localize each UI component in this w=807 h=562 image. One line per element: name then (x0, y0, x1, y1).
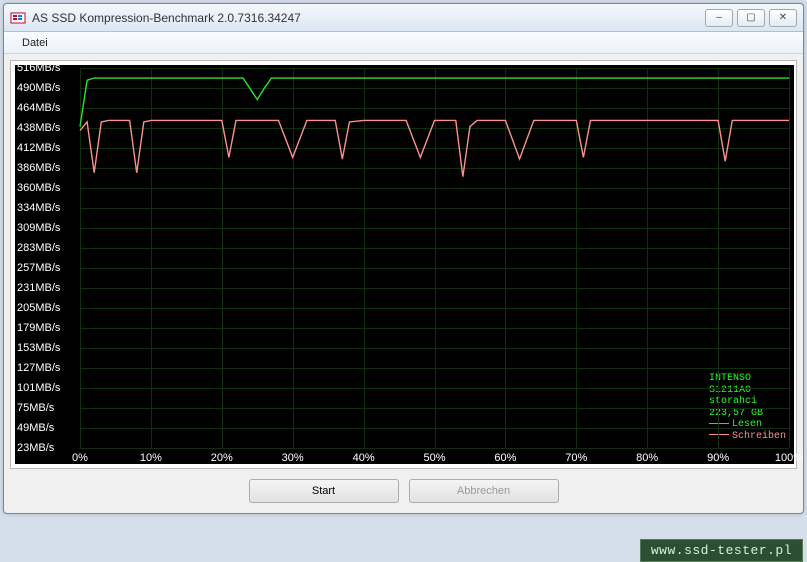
watermark: www.ssd-tester.pl (640, 539, 803, 562)
window-title: AS SSD Kompression-Benchmark 2.0.7316.34… (32, 11, 705, 25)
close-button[interactable]: ✕ (769, 9, 797, 27)
app-window: AS SSD Kompression-Benchmark 2.0.7316.34… (3, 3, 804, 514)
button-row: Start Abbrechen (10, 479, 797, 503)
titlebar[interactable]: AS SSD Kompression-Benchmark 2.0.7316.34… (4, 4, 803, 32)
cancel-button[interactable]: Abbrechen (409, 479, 559, 503)
chart: INTENSO S1211A0 storahci 223,57 GB Lesen… (15, 65, 794, 464)
app-icon (10, 10, 26, 26)
series-schreiben (80, 120, 789, 176)
series-lesen (80, 78, 789, 127)
start-button[interactable]: Start (249, 479, 399, 503)
menu-datei[interactable]: Datei (14, 35, 56, 51)
window-controls: – ▢ ✕ (705, 9, 797, 27)
chart-lines (15, 65, 794, 464)
minimize-button[interactable]: – (705, 9, 733, 27)
client-area: INTENSO S1211A0 storahci 223,57 GB Lesen… (4, 54, 803, 509)
chart-frame: INTENSO S1211A0 storahci 223,57 GB Lesen… (10, 60, 797, 469)
menubar: Datei (4, 32, 803, 54)
maximize-button[interactable]: ▢ (737, 9, 765, 27)
